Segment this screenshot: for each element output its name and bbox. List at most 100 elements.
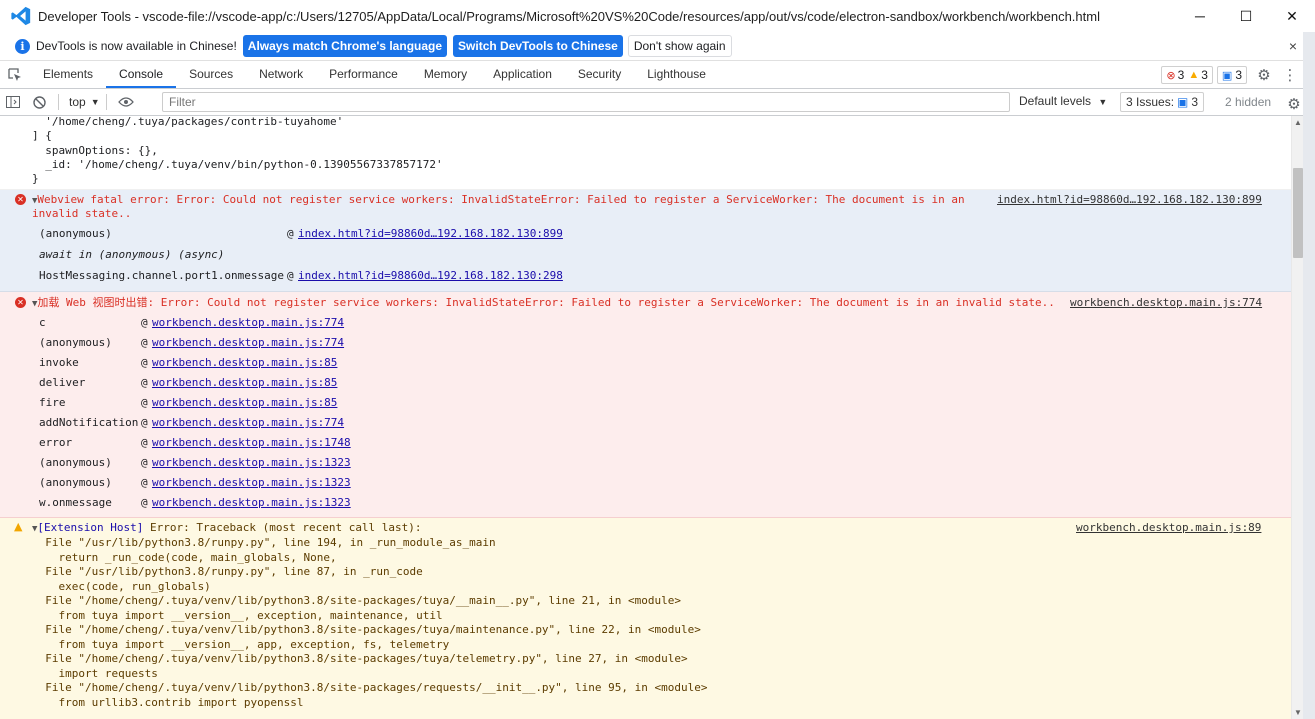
- warning-icon: ▲: [14, 520, 23, 533]
- error-icon: ✕: [15, 194, 26, 205]
- console-output: '/home/cheng/.tuya/packages/contrib-tuya…: [0, 116, 1291, 719]
- log-levels-label: Default levels: [1019, 94, 1092, 108]
- traceback-line: File "/home/cheng/.tuya/venv/lib/python3…: [32, 652, 688, 665]
- error-message[interactable]: ▼加载 Web 视图时出错: Error: Could not register…: [32, 296, 1055, 311]
- stack-link[interactable]: workbench.desktop.main.js:774: [152, 316, 344, 330]
- info-icon: i: [15, 38, 30, 54]
- infobar-close-icon[interactable]: ×: [1289, 38, 1297, 54]
- stack-at: @: [141, 416, 148, 429]
- stack-function: c: [39, 316, 46, 329]
- stack-function: deliver: [39, 376, 86, 389]
- stack-link[interactable]: workbench.desktop.main.js:1748: [152, 436, 351, 450]
- stack-link[interactable]: workbench.desktop.main.js:85: [152, 356, 337, 370]
- toolbar-divider: [105, 94, 107, 110]
- filter-input[interactable]: Filter: [162, 92, 1010, 112]
- infobar-message: DevTools is now available in Chinese!: [36, 39, 237, 53]
- window-edge: [1303, 32, 1315, 719]
- stack-at: @: [141, 356, 148, 369]
- tab-elements[interactable]: Elements: [30, 61, 106, 88]
- hidden-count: 2 hidden: [1225, 95, 1272, 109]
- devtools-tabbar: Elements Console Sources Network Perform…: [0, 61, 1303, 89]
- warning-count: 3: [1201, 68, 1208, 82]
- stack-function: (anonymous): [39, 336, 112, 349]
- settings-gear-icon[interactable]: ⚙: [1251, 62, 1277, 88]
- scroll-down-icon[interactable]: ▼: [1294, 708, 1302, 717]
- live-expression-eye-icon[interactable]: [113, 89, 139, 115]
- context-selector[interactable]: top ▼: [69, 95, 100, 109]
- minimize-button[interactable]: ─: [1177, 0, 1223, 32]
- traceback-line: File "/home/cheng/.tuya/venv/lib/python3…: [32, 623, 701, 636]
- traceback-line: File "/usr/lib/python3.8/runpy.py", line…: [32, 565, 423, 578]
- object-line: ] {: [32, 129, 52, 142]
- object-line: '/home/cheng/.tuya/packages/contrib-tuya…: [32, 116, 344, 128]
- stack-link[interactable]: workbench.desktop.main.js:774: [152, 336, 344, 350]
- traceback-line: File "/home/cheng/.tuya/venv/lib/python3…: [32, 594, 682, 607]
- error-icon: ⊗: [1166, 69, 1176, 82]
- console-scrollbar[interactable]: ▲ ▼: [1291, 116, 1303, 719]
- stack-at: @: [287, 269, 294, 282]
- stack-at: @: [141, 396, 148, 409]
- stack-link[interactable]: workbench.desktop.main.js:85: [152, 396, 337, 410]
- traceback-line: import requests: [32, 666, 158, 680]
- error-message-cont: invalid state..: [32, 207, 132, 220]
- object-line: _id: '/home/cheng/.tuya/venv/bin/python-…: [32, 158, 443, 171]
- traceback-line: from tuya import __version__, exception,…: [32, 608, 443, 622]
- object-line: spawnOptions: {},: [32, 144, 158, 157]
- clear-console-icon[interactable]: [26, 89, 52, 115]
- source-link[interactable]: index.html?id=98860d…192.168.182.130:899: [997, 193, 1262, 207]
- tab-console[interactable]: Console: [106, 61, 177, 88]
- tab-sources[interactable]: Sources: [176, 61, 246, 88]
- stack-function: (anonymous): [39, 227, 112, 240]
- error-warning-counter[interactable]: ⊗ 3 ▲ 3: [1161, 66, 1213, 84]
- tab-network[interactable]: Network: [246, 61, 316, 88]
- traceback-line: exec(code, run_globals): [32, 579, 211, 593]
- source-link[interactable]: workbench.desktop.main.js:89: [1076, 521, 1261, 535]
- sidebar-toggle-icon[interactable]: [0, 89, 26, 115]
- scrollbar-thumb[interactable]: [1293, 168, 1303, 258]
- tab-application[interactable]: Application: [480, 61, 565, 88]
- match-language-button[interactable]: Always match Chrome's language: [242, 35, 448, 57]
- tab-performance[interactable]: Performance: [316, 61, 411, 88]
- source-link[interactable]: workbench.desktop.main.js:774: [1070, 296, 1262, 310]
- maximize-button[interactable]: ☐: [1223, 0, 1269, 32]
- traceback-line: from tuya import __version__, app, excep…: [32, 637, 450, 651]
- stack-link[interactable]: workbench.desktop.main.js:1323: [152, 456, 351, 470]
- stack-function: (anonymous): [39, 476, 112, 489]
- switch-language-button[interactable]: Switch DevTools to Chinese: [453, 35, 623, 57]
- stack-link[interactable]: workbench.desktop.main.js:774: [152, 416, 344, 430]
- context-label: top: [69, 95, 86, 109]
- stack-at: @: [141, 476, 148, 489]
- dont-show-again-button[interactable]: Don't show again: [627, 35, 732, 57]
- stack-function: addNotification: [39, 416, 139, 429]
- traceback-line: from urllib3.contrib import pyopenssl: [32, 695, 304, 709]
- stack-link[interactable]: index.html?id=98860d…192.168.182.130:298: [298, 269, 563, 283]
- tab-memory[interactable]: Memory: [411, 61, 480, 88]
- issues-count: 3: [1191, 95, 1199, 109]
- tab-lighthouse[interactable]: Lighthouse: [634, 61, 719, 88]
- close-window-button[interactable]: ✕: [1269, 0, 1315, 32]
- message-count: 3: [1235, 68, 1242, 82]
- stack-link[interactable]: workbench.desktop.main.js:85: [152, 376, 337, 390]
- error-message[interactable]: ▼Webview fatal error: Error: Could not r…: [32, 193, 965, 208]
- tab-security[interactable]: Security: [565, 61, 634, 88]
- stack-at: @: [141, 336, 148, 349]
- stack-link[interactable]: workbench.desktop.main.js:1323: [152, 476, 351, 490]
- stack-function: w.onmessage: [39, 496, 112, 509]
- warning-message[interactable]: ▼[Extension Host] Error: Traceback (most…: [32, 521, 422, 536]
- stack-link[interactable]: index.html?id=98860d…192.168.182.130:899: [298, 227, 563, 241]
- dropdown-arrow-icon: ▼: [90, 97, 100, 107]
- message-counter[interactable]: ▣ 3: [1216, 66, 1247, 84]
- inspect-element-icon[interactable]: [0, 61, 30, 88]
- stack-async: await in (anonymous) (async): [39, 248, 225, 261]
- traceback-line: File "/usr/lib/python3.8/runpy.py", line…: [32, 536, 496, 549]
- console-message-object: '/home/cheng/.tuya/packages/contrib-tuya…: [0, 116, 1291, 190]
- more-options-icon[interactable]: ⋮: [1277, 62, 1303, 88]
- language-infobar: i DevTools is now available in Chinese! …: [0, 32, 1303, 61]
- console-toolbar: top ▼ Filter Default levels ▼ 3 Issues: …: [0, 89, 1303, 116]
- stack-at: @: [141, 316, 148, 329]
- issues-button[interactable]: 3 Issues: ▣ 3: [1120, 92, 1205, 112]
- log-levels-dropdown[interactable]: Default levels ▼: [1019, 94, 1107, 108]
- stack-function: HostMessaging.channel.port1.onmessage: [39, 269, 285, 282]
- scroll-up-icon[interactable]: ▲: [1294, 118, 1302, 127]
- stack-link[interactable]: workbench.desktop.main.js:1323: [152, 496, 351, 510]
